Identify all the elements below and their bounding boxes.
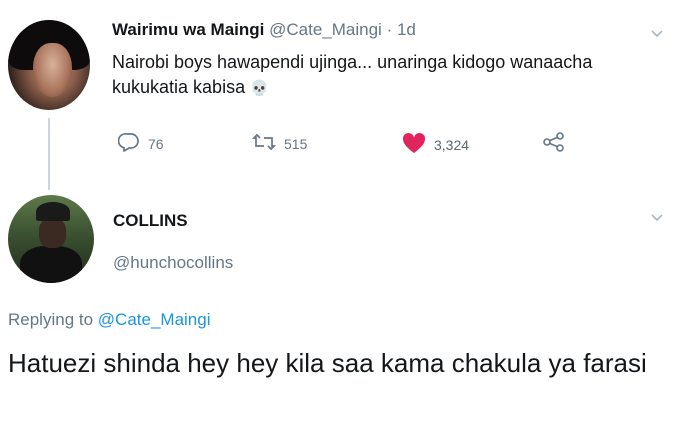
- share-icon: [542, 132, 566, 155]
- original-tweet[interactable]: Wairimu wa Maingi @Cate_Maingi · 1d Nair…: [0, 0, 679, 190]
- retweet-icon: [251, 132, 277, 155]
- reply-button[interactable]: 76: [117, 132, 164, 155]
- tweet-text: Nairobi boys hawapendi ujinga... unaring…: [112, 50, 652, 101]
- author-handle[interactable]: @Cate_Maingi: [269, 20, 382, 39]
- avatar-face: [32, 42, 72, 97]
- retweet-button[interactable]: 515: [251, 132, 308, 155]
- reply-text: Hatuezi shinda hey hey kila saa kama cha…: [8, 348, 647, 378]
- reply-tweet[interactable]: COLLINS @hunchocollins Replying to @Cate…: [0, 185, 679, 435]
- share-button[interactable]: [542, 132, 566, 155]
- skull-emoji: 💀: [250, 80, 269, 97]
- avatar-body: [20, 246, 82, 283]
- tweet-header: Wairimu wa Maingi @Cate_Maingi · 1d: [112, 20, 416, 40]
- author-name[interactable]: COLLINS: [113, 211, 188, 231]
- reply-icon: [117, 132, 140, 155]
- heart-icon: [402, 132, 426, 157]
- author-name[interactable]: Wairimu wa Maingi: [112, 20, 264, 39]
- replying-to-label: Replying to: [8, 310, 94, 329]
- avatar-cap: [35, 202, 70, 222]
- thread-connector: [48, 118, 50, 190]
- avatar[interactable]: [8, 195, 94, 283]
- chevron-down-icon[interactable]: [650, 26, 664, 40]
- like-button[interactable]: 3,324: [402, 132, 469, 157]
- tweet-actions: 76 515 3,324: [112, 132, 592, 156]
- replying-to-line: Replying to @Cate_Maingi: [8, 310, 211, 330]
- chevron-down-icon[interactable]: [650, 210, 664, 224]
- author-handle[interactable]: @hunchocollins: [113, 253, 233, 273]
- replying-to-mention[interactable]: @Cate_Maingi: [98, 310, 211, 329]
- retweet-count: 515: [284, 135, 308, 152]
- tweet-body: Nairobi boys hawapendi ujinga... unaring…: [112, 52, 593, 97]
- avatar-face: [38, 217, 67, 248]
- tweet-time[interactable]: 1d: [397, 20, 416, 39]
- like-count: 3,324: [434, 136, 470, 153]
- separator-dot: ·: [386, 20, 393, 39]
- avatar[interactable]: [8, 20, 90, 110]
- reply-count: 76: [148, 135, 164, 152]
